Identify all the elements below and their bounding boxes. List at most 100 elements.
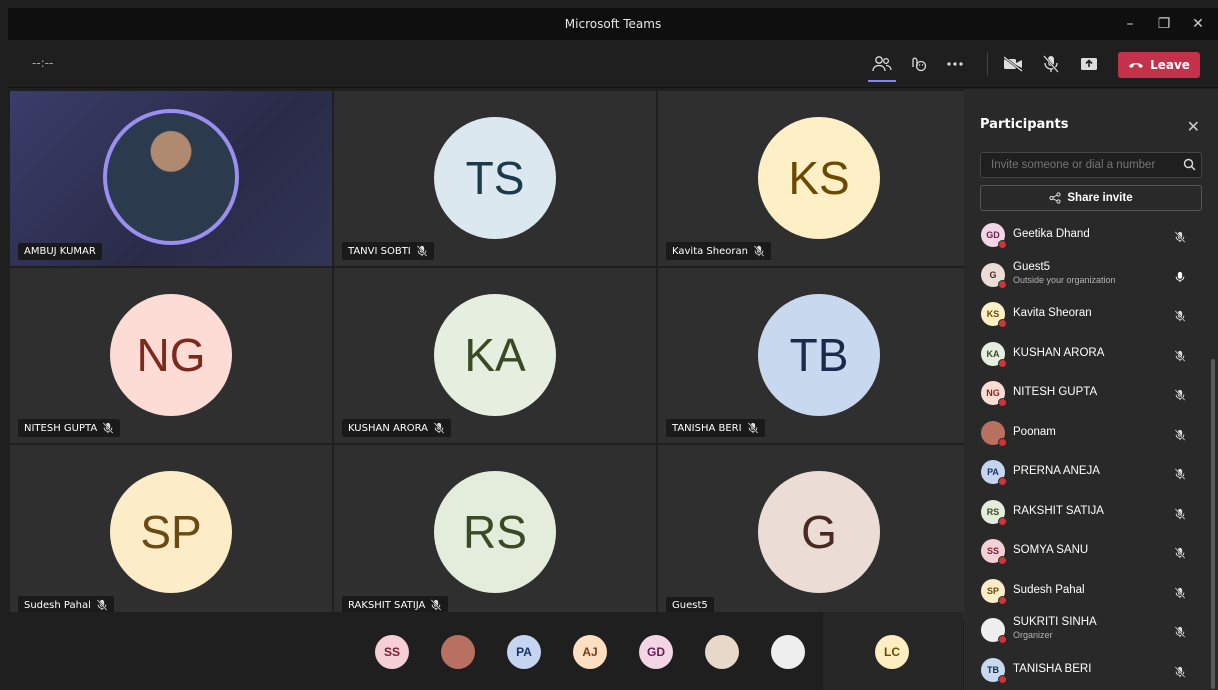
avatar: PA — [981, 460, 1007, 486]
participant-subtitle: Organizer — [1013, 630, 1053, 640]
close-window-icon[interactable]: ✕ — [1188, 14, 1208, 34]
avatar-initials: PA — [987, 467, 999, 477]
camera-off-icon[interactable] — [1001, 52, 1025, 76]
presence-busy-icon — [998, 358, 1007, 368]
avatar: KA — [981, 341, 1007, 368]
avatar: RS — [981, 499, 1007, 526]
participant-name: Kavita Sheoran — [672, 245, 748, 257]
window-controls: – ❐ ✕ — [1120, 14, 1208, 34]
participant-name: Sudesh Pahal — [24, 599, 91, 611]
mic-muted-icon[interactable] — [1174, 663, 1188, 678]
profile-photo[interactable] — [771, 635, 805, 669]
video-tile[interactable]: AMBUJ KUMAR — [10, 91, 332, 266]
video-tile[interactable]: SP Sudesh Pahal — [10, 445, 332, 620]
participant-row[interactable]: PA PRERNA ANEJA — [964, 452, 1218, 492]
mic-muted-icon — [430, 599, 442, 611]
participant-name: Geetika Dhand — [1013, 228, 1090, 240]
avatar: TS — [434, 117, 556, 239]
avatar: RS — [434, 471, 556, 593]
reactions-icon[interactable] — [906, 52, 930, 76]
participant-name: SUKRITI SINHA — [1013, 616, 1097, 628]
mic-muted-icon[interactable] — [1174, 228, 1188, 243]
phone-hangup-icon — [1129, 63, 1144, 68]
participant-row[interactable]: SP Sudesh Pahal — [964, 571, 1218, 611]
avatar-initials: TB — [987, 664, 999, 675]
mic-muted-icon[interactable] — [1174, 465, 1188, 480]
video-tile[interactable]: KA KUSHAN ARORA — [334, 268, 656, 443]
avatar[interactable]: AJ — [573, 635, 607, 669]
participant-row[interactable]: SUKRITI SINHA Organizer — [964, 610, 1218, 650]
presence-busy-icon — [998, 635, 1007, 644]
participant-name: Guest5 — [1013, 260, 1051, 273]
mic-muted-icon[interactable] — [1174, 347, 1188, 362]
participant-name-label: TANISHA BERI — [666, 419, 765, 437]
presence-busy-icon — [998, 240, 1007, 249]
participant-name: PRERNA ANEJA — [1013, 465, 1100, 477]
mic-off-icon[interactable] — [1039, 52, 1063, 76]
minimize-icon[interactable]: – — [1120, 14, 1140, 34]
avatar: NG — [110, 294, 232, 416]
participant-row[interactable]: Poonam — [964, 413, 1218, 453]
maximize-icon[interactable]: ❐ — [1154, 14, 1174, 34]
mic-muted-icon[interactable] — [1174, 505, 1188, 520]
share-icon — [1049, 192, 1061, 204]
panel-scrollbar[interactable] — [1211, 359, 1215, 689]
avatar[interactable]: PA — [507, 635, 541, 669]
video-tile[interactable]: TS TANVI SOBTI — [334, 91, 656, 266]
avatar[interactable]: LC — [875, 635, 909, 669]
participant-row[interactable]: G Guest5 Outside your organization — [964, 255, 1218, 295]
video-tile[interactable]: G Guest5 — [658, 445, 980, 620]
mic-muted-icon[interactable] — [1174, 426, 1188, 441]
avatar: NG — [981, 381, 1007, 407]
avatar-initials: RS — [986, 506, 1000, 517]
video-tile[interactable]: TB TANISHA BERI — [658, 268, 980, 443]
avatar[interactable]: SS — [375, 635, 409, 669]
participant-name: TANISHA BERI — [672, 422, 742, 434]
participant-name: NITESH GUPTA — [1013, 386, 1098, 398]
presence-busy-icon — [998, 516, 1007, 526]
participant-row[interactable]: GD Geetika Dhand — [964, 215, 1218, 255]
avatar-initials: KA — [986, 348, 1000, 359]
participant-row[interactable]: RS RAKSHIT SATIJA — [964, 492, 1218, 532]
presence-busy-icon — [998, 556, 1007, 565]
leave-button[interactable]: Leave — [1118, 52, 1200, 78]
participant-name: TANISHA BERI — [1013, 662, 1092, 675]
share-screen-icon[interactable] — [1077, 52, 1101, 76]
profile-photo — [981, 618, 1007, 644]
search-icon[interactable] — [1183, 158, 1196, 171]
participant-name: Kavita Sheoran — [1013, 307, 1092, 319]
more-options-icon[interactable] — [943, 52, 967, 76]
people-icon[interactable] — [868, 52, 896, 82]
participant-row[interactable]: SS SOMYA SANU — [964, 531, 1218, 571]
title-bar: Microsoft Teams – ❐ ✕ — [8, 8, 1218, 40]
close-panel-icon[interactable]: ✕ — [1187, 117, 1200, 136]
video-tile[interactable]: KS Kavita Sheoran — [658, 91, 980, 266]
participant-row[interactable]: TB TANISHA BERI — [964, 650, 1218, 690]
panel-title: Participants — [980, 117, 1069, 132]
participant-row[interactable]: KA KUSHAN ARORA — [964, 334, 1218, 374]
avatar-initials: SP — [986, 585, 999, 596]
participant-row[interactable]: NG NITESH GUPTA — [964, 373, 1218, 413]
mic-muted-icon[interactable] — [1174, 623, 1188, 638]
mic-muted-icon[interactable] — [1174, 544, 1188, 559]
avatar-initials: KS — [986, 309, 1000, 319]
invite-input[interactable] — [980, 152, 1202, 178]
mic-muted-icon[interactable] — [1174, 584, 1188, 599]
window-title: Microsoft Teams — [564, 17, 662, 31]
video-tile[interactable]: NG NITESH GUPTA — [10, 268, 332, 443]
participant-name-label: NITESH GUPTA — [18, 419, 121, 437]
profile-photo[interactable] — [441, 635, 475, 669]
share-invite-button[interactable]: Share invite — [980, 185, 1202, 211]
participant-name: RAKSHIT SATIJA — [1013, 504, 1104, 517]
participant-list: GD Geetika Dhand G Guest5 Outside your organ… — [964, 215, 1218, 689]
mic-muted-icon[interactable] — [1174, 386, 1188, 401]
avatar[interactable]: GD — [639, 635, 673, 669]
profile-photo[interactable] — [705, 635, 739, 669]
participant-row[interactable]: KS Kavita Sheoran — [964, 294, 1218, 334]
mic-on-icon[interactable] — [1174, 268, 1188, 282]
video-tile[interactable]: RS RAKSHIT SATIJA — [334, 445, 656, 620]
profile-photo — [981, 420, 1007, 447]
mic-muted-icon[interactable] — [1174, 307, 1188, 322]
participant-name: NITESH GUPTA — [24, 422, 98, 434]
participant-name-label: AMBUJ KUMAR — [18, 243, 102, 260]
